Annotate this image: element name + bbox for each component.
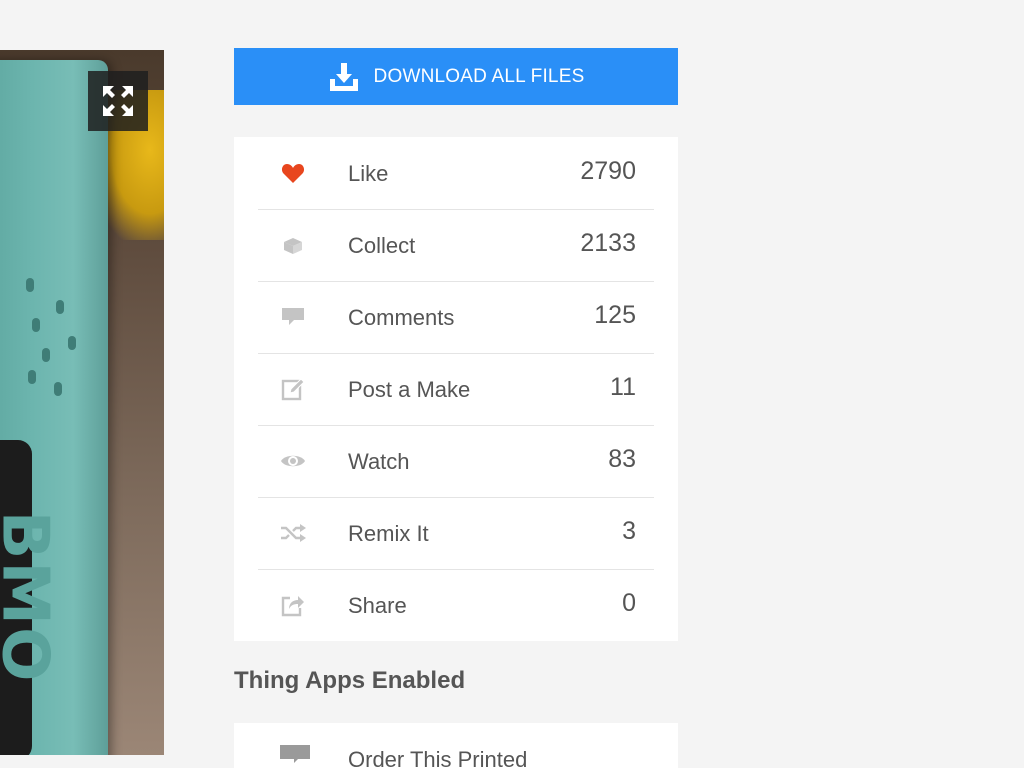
share-icon bbox=[280, 593, 306, 617]
heart-icon bbox=[280, 161, 306, 185]
stat-collect[interactable]: Collect 2133 bbox=[258, 209, 654, 282]
shuffle-icon bbox=[280, 521, 306, 545]
device-dot bbox=[54, 382, 62, 396]
stat-post-a-make[interactable]: Post a Make 11 bbox=[258, 353, 654, 426]
stat-label: Watch bbox=[348, 449, 410, 474]
edit-icon bbox=[280, 377, 306, 401]
thing-photo[interactable]: BMO bbox=[0, 50, 164, 755]
stat-remix-it[interactable]: Remix It 3 bbox=[258, 497, 654, 570]
stat-count: 3 bbox=[622, 517, 636, 545]
download-icon bbox=[329, 62, 358, 91]
thing-stats-panel: Like 2790 Collect 2133 Comments 125 Post… bbox=[234, 137, 678, 641]
device-dot bbox=[42, 348, 50, 362]
collect-icon bbox=[280, 233, 306, 257]
stat-comments[interactable]: Comments 125 bbox=[258, 281, 654, 354]
comment-icon bbox=[280, 305, 306, 329]
app-order-this-printed[interactable]: Order This Printed bbox=[258, 723, 654, 768]
device-dot bbox=[26, 278, 34, 292]
stat-label: Remix It bbox=[348, 521, 429, 546]
device-dot bbox=[28, 370, 36, 384]
stat-count: 125 bbox=[594, 301, 636, 329]
stat-count: 0 bbox=[622, 589, 636, 617]
stat-label: Comments bbox=[348, 305, 455, 330]
device-dot bbox=[32, 318, 40, 332]
stat-label: Collect bbox=[348, 233, 416, 258]
expand-icon bbox=[103, 86, 133, 116]
thing-apps-panel: Order This Printed bbox=[234, 723, 678, 768]
download-all-files-button[interactable]: DOWNLOAD ALL FILES bbox=[234, 48, 678, 105]
stat-count: 83 bbox=[608, 445, 636, 473]
thing-page: BMO DOWNLOAD ALL FILES Like 2790 Collect… bbox=[0, 0, 1024, 768]
stat-count: 11 bbox=[610, 373, 636, 401]
app-label: Order This Printed bbox=[348, 747, 528, 768]
stat-label: Like bbox=[348, 161, 389, 186]
download-all-files-label: DOWNLOAD ALL FILES bbox=[373, 65, 585, 87]
expand-button[interactable] bbox=[88, 71, 148, 131]
print-icon bbox=[280, 745, 310, 768]
device-dot bbox=[68, 336, 76, 350]
stat-count: 2133 bbox=[580, 229, 636, 257]
device-dot bbox=[56, 300, 64, 314]
stat-count: 2790 bbox=[580, 157, 636, 185]
thing-apps-title: Thing Apps Enabled bbox=[234, 667, 466, 694]
stat-watch[interactable]: Watch 83 bbox=[258, 425, 654, 498]
stat-label: Share bbox=[348, 593, 407, 618]
stat-share[interactable]: Share 0 bbox=[258, 569, 654, 641]
photo-background bbox=[104, 230, 164, 755]
eye-icon bbox=[280, 449, 306, 473]
stat-label: Post a Make bbox=[348, 377, 471, 402]
stat-like[interactable]: Like 2790 bbox=[258, 137, 654, 210]
device-lettering: BMO bbox=[0, 510, 62, 684]
